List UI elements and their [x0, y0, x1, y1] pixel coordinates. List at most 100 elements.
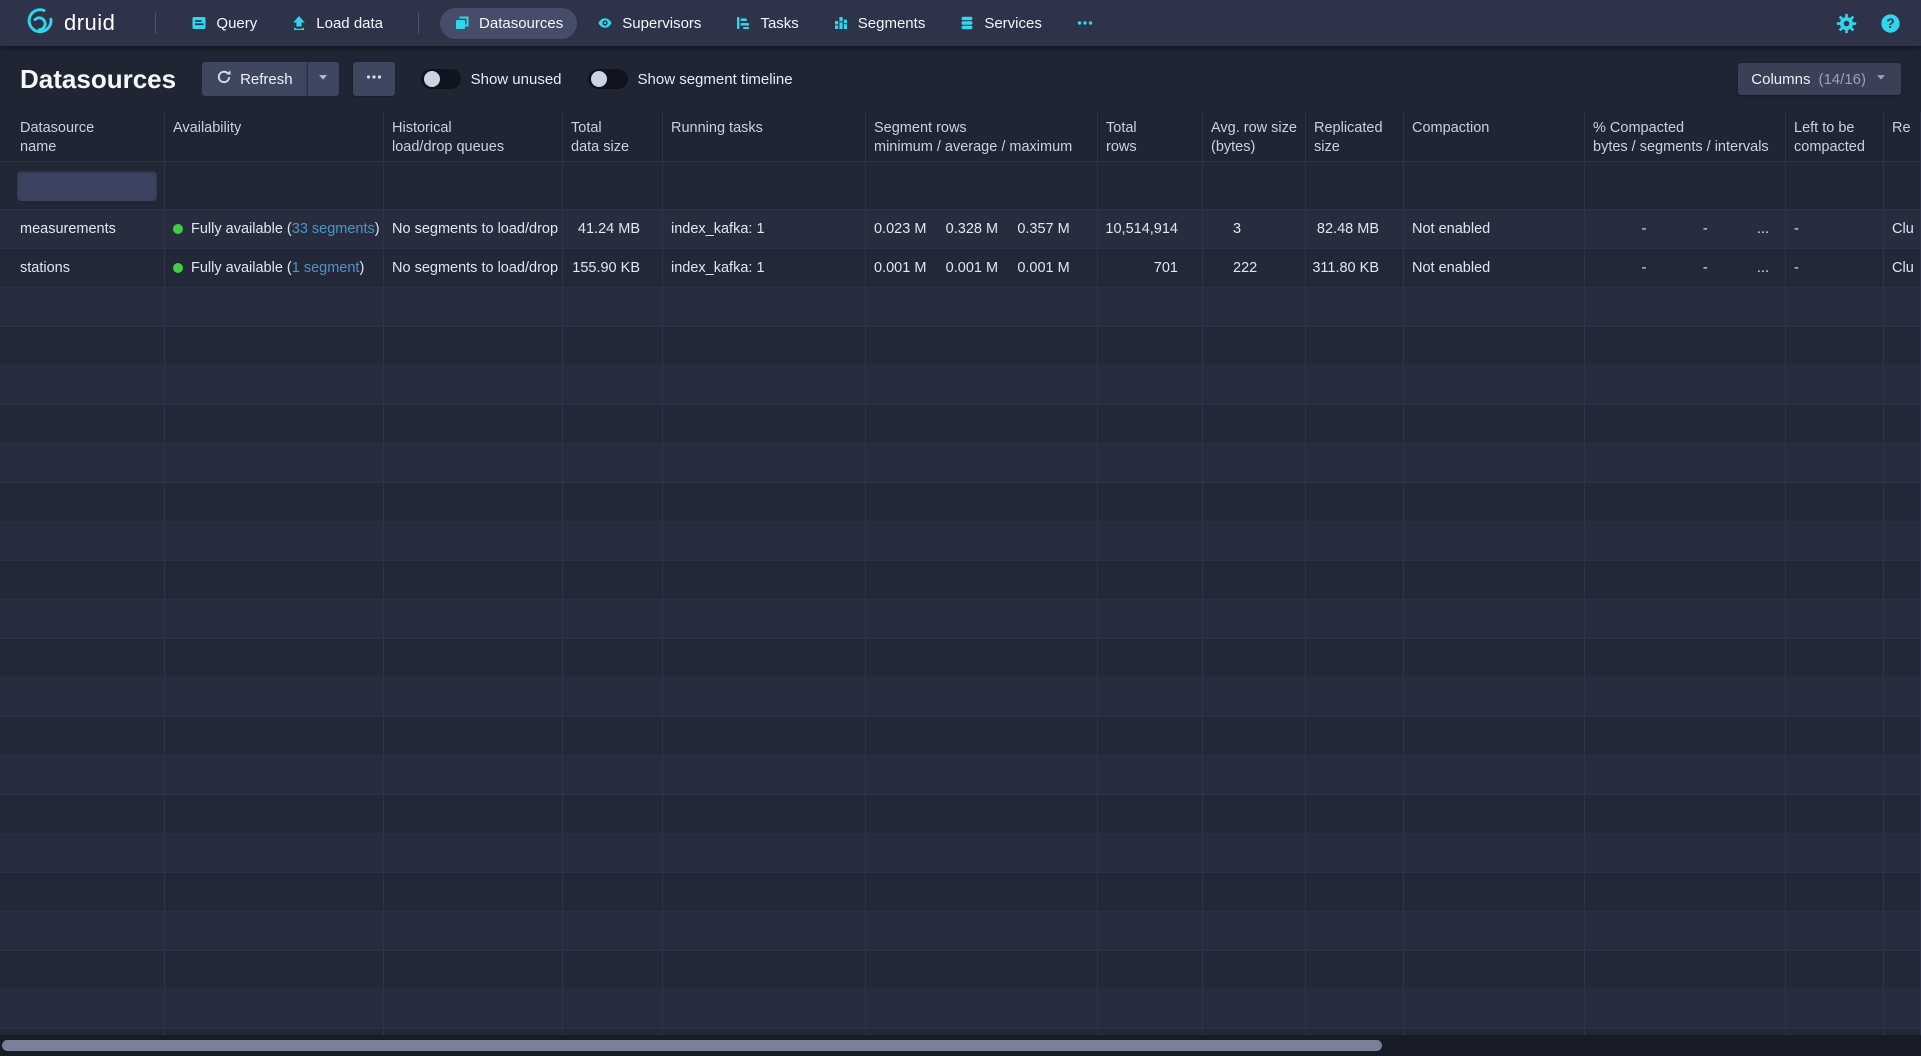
- nav-divider: [155, 12, 156, 34]
- column-header-historical[interactable]: Historicalload/drop queues: [384, 112, 563, 161]
- cell-pct_compacted: [1585, 288, 1786, 327]
- cell-pct_compacted: [1585, 327, 1786, 366]
- cell-segment_rows: [866, 327, 1098, 366]
- nav-item-load-data[interactable]: Load data: [277, 8, 397, 39]
- column-header-avg_row_size[interactable]: Avg. row size(bytes): [1203, 112, 1306, 161]
- segments-link[interactable]: 1 segment: [292, 260, 360, 276]
- cell-compaction[interactable]: Not enabled: [1404, 210, 1585, 249]
- table-row-empty: [0, 366, 1921, 405]
- cell-avg_row_size: 222: [1203, 249, 1306, 288]
- cell-replicated_size: [1306, 717, 1404, 756]
- table-row-empty: [0, 912, 1921, 951]
- columns-picker-button[interactable]: Columns (14/16): [1738, 63, 1901, 95]
- cell-replicated_size: [1306, 639, 1404, 678]
- column-header-replicated_size[interactable]: Replicatedsize: [1306, 112, 1404, 161]
- settings-gear-icon[interactable]: [1833, 10, 1859, 36]
- cell-total_data_size: [563, 678, 663, 717]
- nav-item-datasources[interactable]: Datasources: [440, 8, 577, 39]
- avg-value: 0.001 M: [946, 260, 1018, 276]
- help-icon[interactable]: ?: [1877, 10, 1903, 36]
- toggle-switch[interactable]: [588, 69, 628, 89]
- nav-item-services[interactable]: Services: [945, 8, 1056, 39]
- cell-avg_row_size: [1203, 483, 1306, 522]
- cell-left_to_be: [1786, 756, 1884, 795]
- column-header-availability[interactable]: Availability: [165, 112, 384, 161]
- cell-total_rows: [1098, 639, 1203, 678]
- nav-item-segments[interactable]: Segments: [819, 8, 940, 39]
- table-row-empty: [0, 990, 1921, 1029]
- cell-compaction: [1404, 366, 1585, 405]
- cell-retention: [1884, 522, 1921, 561]
- more-actions-button[interactable]: [353, 62, 395, 96]
- column-header-left_to_be[interactable]: Left to becompacted: [1786, 112, 1884, 161]
- cell-compaction: [1404, 990, 1585, 1029]
- segments-value: -: [1654, 260, 1715, 276]
- nav-item-more[interactable]: [1062, 8, 1108, 38]
- cell-name[interactable]: stations: [0, 249, 165, 288]
- cell-left_to_be: [1786, 600, 1884, 639]
- cell-retention: [1884, 834, 1921, 873]
- table-row-empty: [0, 678, 1921, 717]
- cell-total_data_size: [563, 405, 663, 444]
- column-header-retention[interactable]: Re: [1884, 112, 1921, 161]
- cell-name: [0, 834, 165, 873]
- cell-historical: [384, 873, 563, 912]
- column-header-segment_rows[interactable]: Segment rowsminimum / average / maximum: [866, 112, 1098, 161]
- column-header-line2: load/drop queues: [392, 138, 554, 157]
- cell-avg_row_size: [1203, 639, 1306, 678]
- nav-item-query[interactable]: Query: [177, 8, 271, 39]
- column-header-running_tasks[interactable]: Running tasks: [663, 112, 866, 161]
- horizontal-scrollbar-thumb[interactable]: [2, 1040, 1382, 1051]
- toggle-label: Show segment timeline: [638, 71, 793, 88]
- column-header-line2: data size: [571, 138, 654, 157]
- min-value: 0.023 M: [874, 221, 946, 237]
- column-header-pct_compacted[interactable]: % Compactedbytes / segments / intervals: [1585, 112, 1786, 161]
- refresh-interval-caret-button[interactable]: [307, 62, 339, 96]
- nav-item-tasks[interactable]: Tasks: [721, 8, 812, 39]
- show-segment-timeline-toggle[interactable]: Show segment timeline: [588, 69, 793, 89]
- datasource-name-filter-input[interactable]: [17, 171, 157, 201]
- table-row-empty: [0, 717, 1921, 756]
- table-row-empty: [0, 639, 1921, 678]
- table-body: measurements Fully available ( 33 segments…: [0, 210, 1921, 1056]
- column-header-line1: Compaction: [1412, 119, 1576, 138]
- cell-total_rows: [1098, 522, 1203, 561]
- cell-historical: No segments to load/drop: [384, 249, 563, 288]
- cell-historical: [384, 366, 563, 405]
- segments-link[interactable]: 33 segments: [292, 221, 375, 237]
- toggle-switch[interactable]: [421, 69, 461, 89]
- cell-left_to_be: [1786, 522, 1884, 561]
- cell-compaction: [1404, 288, 1585, 327]
- cell-running_tasks: [663, 444, 866, 483]
- toggle-knob: [591, 71, 607, 87]
- column-header-name[interactable]: Datasourcename: [0, 112, 165, 161]
- nav-item-supervisors[interactable]: Supervisors: [583, 8, 715, 39]
- cell-historical: [384, 561, 563, 600]
- druid-logo[interactable]: druid: [24, 7, 115, 39]
- cell-availability: [165, 912, 384, 951]
- column-header-compaction[interactable]: Compaction: [1404, 112, 1585, 161]
- column-header-total_rows[interactable]: Totalrows: [1098, 112, 1203, 161]
- cell-pct_compacted: --...: [1585, 249, 1786, 288]
- horizontal-scrollbar-track[interactable]: [0, 1035, 1921, 1056]
- column-header-line2: rows: [1106, 138, 1194, 157]
- refresh-button[interactable]: Refresh: [202, 62, 307, 96]
- cell-retention: Clu: [1884, 210, 1921, 249]
- availability-text: Fully available (: [191, 260, 292, 276]
- cell-segment_rows: [866, 873, 1098, 912]
- cell-total_data_size: [563, 990, 663, 1029]
- filter-cell-total_data_size: [563, 162, 663, 209]
- cell-availability: [165, 405, 384, 444]
- cell-compaction[interactable]: Not enabled: [1404, 249, 1585, 288]
- green-status-dot-icon: [173, 263, 183, 273]
- column-header-total_data_size[interactable]: Totaldata size: [563, 112, 663, 161]
- cell-replicated_size: [1306, 873, 1404, 912]
- cell-running_tasks: [663, 873, 866, 912]
- show-unused-toggle[interactable]: Show unused: [421, 69, 562, 89]
- cell-name[interactable]: measurements: [0, 210, 165, 249]
- cell-left_to_be: [1786, 990, 1884, 1029]
- cell-total_data_size: [563, 873, 663, 912]
- cell-segment_rows: [866, 756, 1098, 795]
- cell-retention: [1884, 288, 1921, 327]
- table-header-row: DatasourcenameAvailabilityHistoricalload…: [0, 112, 1921, 162]
